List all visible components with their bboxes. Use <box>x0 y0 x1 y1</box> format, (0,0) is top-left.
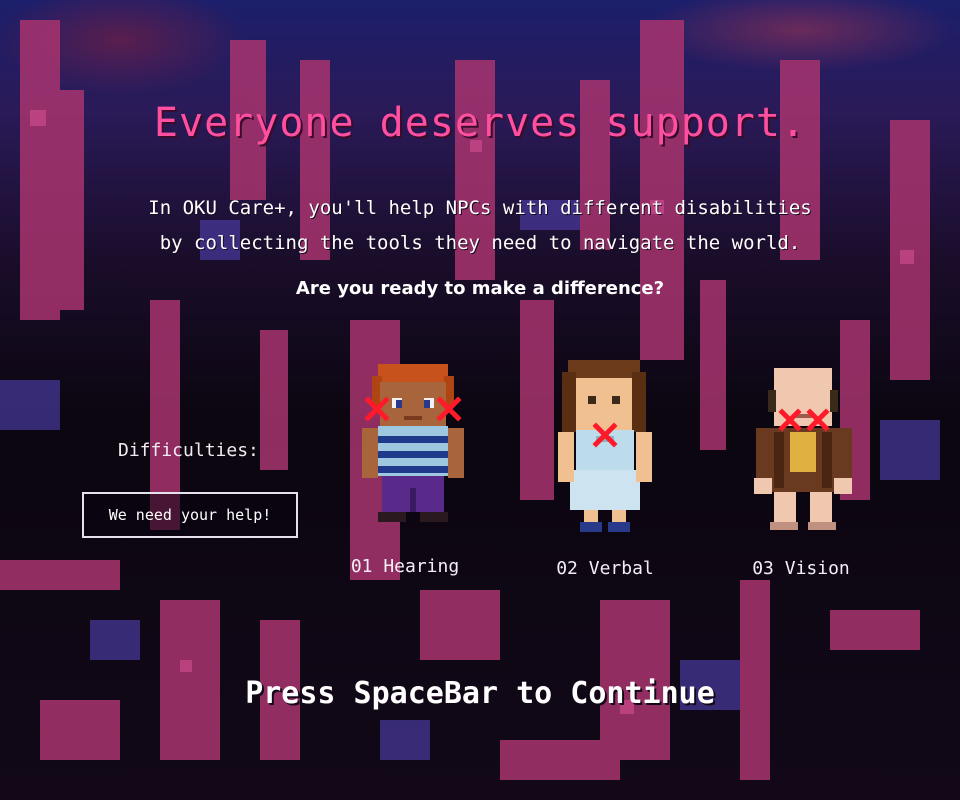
difficulties-label: Difficulties: <box>118 440 259 461</box>
intro-text-line-1: In OKU Care+, you'll help NPCs with diff… <box>148 197 812 219</box>
npc-label-hearing: 01 Hearing <box>350 556 460 577</box>
npc-hearing-sprite <box>348 358 488 538</box>
npc-vision-sprite <box>734 362 874 542</box>
call-to-action-question: Are you ready to make a difference? <box>295 278 665 299</box>
press-spacebar-prompt[interactable]: Press SpaceBar to Continue <box>0 676 960 711</box>
game-screen: Everyone deserves support. In OKU Care+,… <box>0 0 960 800</box>
npc-label-vision: 03 Vision <box>752 558 850 579</box>
npc-verbal-sprite <box>536 356 676 536</box>
intro-text-line-2: by collecting the tools they need to nav… <box>159 232 801 254</box>
we-need-your-help-button[interactable]: We need your help! <box>82 492 298 538</box>
npc-label-verbal: 02 Verbal <box>556 558 654 579</box>
page-title: Everyone deserves support. <box>153 100 807 146</box>
